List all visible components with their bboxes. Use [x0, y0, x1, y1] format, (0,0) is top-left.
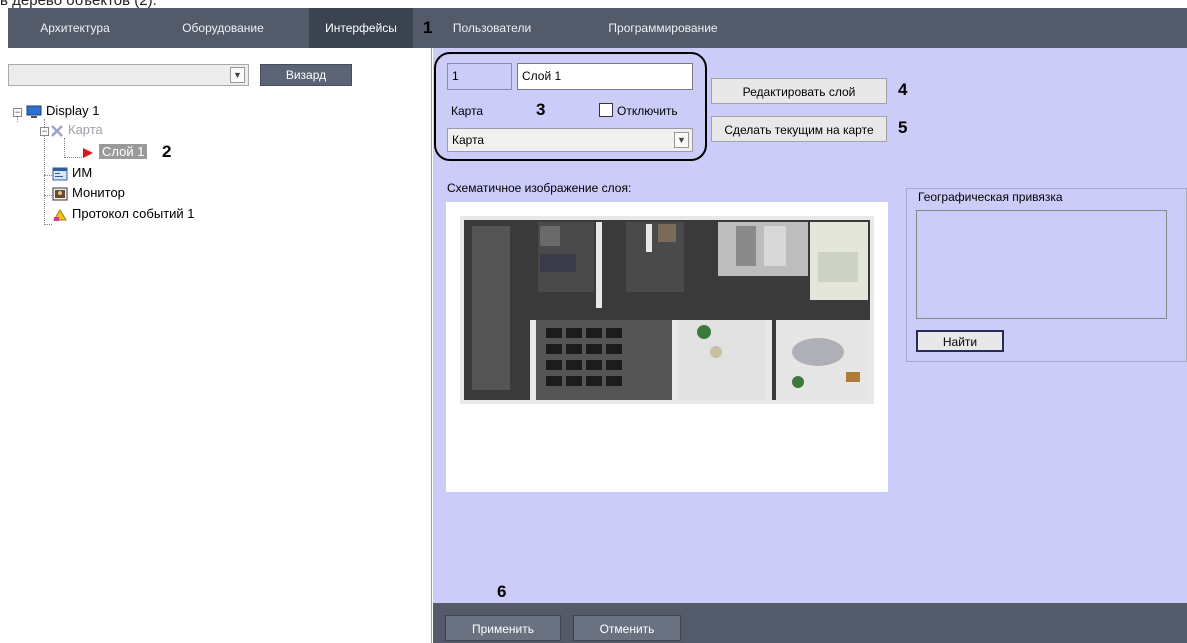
video-monitor-icon [52, 187, 68, 201]
tree-item-label: Монитор [72, 185, 125, 200]
footer-bar: Применить Отменить [433, 603, 1187, 643]
floor-plan-image [460, 216, 874, 404]
tab-architecture[interactable]: Архитектура [10, 8, 140, 48]
tree-item-im[interactable]: ИМ [52, 164, 92, 182]
tree-item-label: Display 1 [46, 103, 100, 118]
tab-users[interactable]: Пользователи [448, 8, 536, 48]
tab-programming[interactable]: Программирование [593, 8, 733, 48]
wizard-button[interactable]: Визард [260, 64, 352, 86]
window-icon [52, 167, 68, 181]
schematic-label: Схематичное изображение слоя: [447, 181, 632, 195]
marker-2: 2 [162, 142, 172, 161]
object-type-combo[interactable]: ▼ [8, 64, 249, 86]
object-tree-panel: ▼ Визард − Display 1 − Карта Слой 1 2 ИМ… [8, 48, 432, 643]
event-log-icon [53, 208, 67, 221]
tab-interfaces[interactable]: Интерфейсы [309, 8, 413, 48]
tree-item-display[interactable]: Display 1 [26, 102, 99, 120]
make-current-button[interactable]: Сделать текущим на карте [711, 116, 887, 142]
callout-outline [434, 52, 707, 161]
marker-6: 6 [497, 582, 507, 601]
tree-item-label: ИМ [72, 165, 93, 180]
tab-bar: Архитектура Оборудование Интерфейсы 1 По… [8, 8, 1187, 48]
tree-collapse-map[interactable]: − [40, 127, 49, 136]
tree-item-map[interactable]: Карта [50, 121, 103, 139]
map-disabled-icon [51, 124, 63, 137]
tree-item-layer[interactable]: Слой 1 [81, 143, 148, 161]
marker-1: 1 [423, 18, 433, 37]
tree-item-label: Слой 1 [99, 144, 148, 159]
object-tree: − Display 1 − Карта Слой 1 2 ИМ Монитор … [8, 98, 428, 278]
edit-layer-button[interactable]: Редактировать слой [711, 78, 887, 104]
marker-5: 5 [898, 118, 908, 137]
monitor-icon [26, 105, 42, 118]
play-arrow-icon [83, 147, 93, 158]
tab-equipment[interactable]: Оборудование [158, 8, 288, 48]
chevron-down-icon[interactable]: ▼ [230, 67, 245, 83]
layer-schematic-image [446, 202, 888, 492]
tree-item-label: Карта [68, 122, 103, 137]
marker-4: 4 [898, 80, 908, 99]
cancel-button[interactable]: Отменить [573, 615, 681, 641]
apply-button[interactable]: Применить [445, 615, 561, 641]
tree-item-protocol[interactable]: Протокол событий 1 [52, 205, 195, 223]
geo-map-preview [916, 210, 1167, 319]
tree-item-label: Протокол событий 1 [72, 206, 195, 221]
tree-collapse-display[interactable]: − [13, 108, 22, 117]
tree-item-monitor[interactable]: Монитор [52, 184, 125, 202]
find-button[interactable]: Найти [916, 330, 1004, 352]
geo-binding-title: Географическая привязка [916, 190, 1065, 204]
